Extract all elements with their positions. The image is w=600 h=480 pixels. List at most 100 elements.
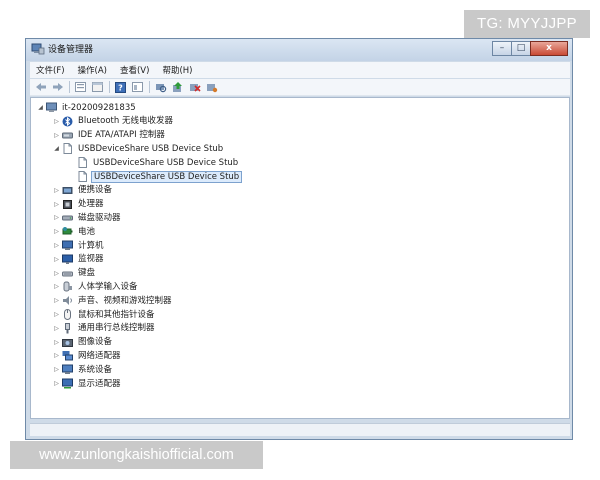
- system-device-icon: [62, 364, 73, 375]
- tree-node[interactable]: ▷ 磁盘驱动器: [53, 211, 123, 224]
- expand-toggle[interactable]: ▷: [53, 365, 60, 374]
- forward-arrow-icon[interactable]: [51, 81, 64, 93]
- menu-action[interactable]: 操作(A): [78, 64, 107, 76]
- expand-toggle[interactable]: ▷: [53, 379, 60, 388]
- monitor-icon: [62, 254, 73, 265]
- tree-node-label: 监视器: [78, 254, 104, 265]
- tree-node-label: 图像设备: [78, 337, 113, 348]
- tree-node-label: 便携设备: [78, 185, 113, 196]
- update-driver-icon[interactable]: [171, 81, 184, 93]
- window-controls: – □ x: [492, 41, 568, 56]
- view-icon[interactable]: [91, 81, 104, 93]
- tree-node[interactable]: ▷ 人体学输入设备: [53, 280, 140, 293]
- expand-toggle[interactable]: ▷: [53, 282, 60, 291]
- expand-toggle[interactable]: ▷: [53, 324, 60, 333]
- tree-node[interactable]: ▷ IDE ATA/ATAPI 控制器: [53, 129, 167, 142]
- tree-node[interactable]: ▷ 监视器: [53, 253, 106, 266]
- properties-icon[interactable]: [74, 81, 87, 93]
- tree-node-label: 显示适配器: [78, 378, 121, 389]
- tree-node-label: Bluetooth 无线电收发器: [78, 116, 173, 127]
- menu-view[interactable]: 查看(V): [120, 64, 149, 76]
- status-bar: [30, 423, 570, 436]
- computer-root-icon: [46, 102, 57, 113]
- usb-controller-icon: [62, 322, 73, 334]
- tree-node[interactable]: ◢ USBDeviceShare USB Device Stub: [53, 142, 225, 155]
- tree-node-label: USBDeviceShare USB Device Stub: [91, 170, 243, 183]
- tree-node-label: 处理器: [78, 199, 104, 210]
- close-button[interactable]: x: [530, 41, 568, 56]
- expand-toggle[interactable]: ▷: [53, 338, 60, 347]
- usb-device-icon: [62, 143, 73, 155]
- tree-node-label: 通用串行总线控制器: [78, 323, 155, 334]
- tree-node-label: it-202009281835: [62, 102, 136, 113]
- scan-hardware-icon[interactable]: [154, 81, 167, 93]
- back-arrow-icon[interactable]: [34, 81, 47, 93]
- expand-toggle[interactable]: ▷: [53, 186, 60, 195]
- menu-help[interactable]: 帮助(H): [162, 64, 192, 76]
- expand-toggle[interactable]: ▷: [53, 269, 60, 278]
- usb-device-icon: [77, 171, 88, 182]
- toolbar-separator: [149, 81, 150, 93]
- svg-text:?: ?: [118, 83, 123, 92]
- expand-toggle[interactable]: ▷: [53, 241, 60, 250]
- network-adapter-icon: [62, 350, 73, 361]
- tree-node[interactable]: ▷ 图像设备: [53, 336, 114, 349]
- expand-toggle[interactable]: ▷: [53, 351, 60, 360]
- tree-node[interactable]: ▷ 显示适配器: [53, 377, 123, 390]
- tree-node-label: USBDeviceShare USB Device Stub: [78, 143, 224, 154]
- tree-node[interactable]: ▷ 网络适配器: [53, 349, 123, 362]
- enable-icon[interactable]: [205, 81, 218, 93]
- portable-device-icon: [62, 185, 73, 196]
- expand-toggle[interactable]: ◢: [53, 144, 60, 153]
- maximize-button[interactable]: □: [511, 41, 531, 56]
- toolbar-separator: [69, 81, 70, 93]
- expand-toggle[interactable]: ▷: [53, 213, 60, 222]
- disk-drive-icon: [62, 212, 73, 223]
- expand-toggle[interactable]: ▷: [53, 310, 60, 319]
- tree-node[interactable]: ▷ 声音、视频和游戏控制器: [53, 294, 174, 307]
- tree-node[interactable]: ▷ 计算机: [53, 239, 106, 252]
- menu-file[interactable]: 文件(F): [36, 64, 65, 76]
- toolbar: ?: [30, 79, 570, 96]
- help-icon[interactable]: ?: [114, 81, 127, 93]
- uninstall-icon[interactable]: [188, 81, 201, 93]
- tree-node[interactable]: ▷ 通用串行总线控制器: [53, 322, 157, 335]
- expand-toggle[interactable]: ▷: [53, 227, 60, 236]
- expand-toggle[interactable]: ▷: [53, 296, 60, 305]
- display-adapter-icon: [62, 378, 73, 389]
- tree-node-label: 鼠标和其他指针设备: [78, 309, 155, 320]
- tree-node[interactable]: ▷ 鼠标和其他指针设备: [53, 308, 157, 321]
- tree-child-node[interactable]: USBDeviceShare USB Device Stub: [68, 170, 243, 183]
- tree-node[interactable]: ▷ 系统设备: [53, 363, 114, 376]
- camera-icon: [62, 337, 73, 348]
- expand-toggle[interactable]: ▷: [53, 131, 60, 140]
- bluetooth-icon: [62, 116, 73, 127]
- tree-root[interactable]: ◢ it-202009281835: [37, 101, 138, 114]
- tree-node-label: IDE ATA/ATAPI 控制器: [78, 130, 165, 141]
- title-bar[interactable]: 设备管理器 – □ x: [26, 39, 572, 61]
- tree-node[interactable]: ▷ 键盘: [53, 267, 97, 280]
- mouse-icon: [62, 309, 73, 320]
- usb-device-icon: [77, 157, 88, 169]
- expand-toggle[interactable]: ▷: [53, 255, 60, 264]
- tree-node[interactable]: ▷ 电池: [53, 225, 97, 238]
- device-manager-icon: [31, 43, 45, 55]
- tree-node-label: 计算机: [78, 240, 104, 251]
- tree-node[interactable]: ▷ Bluetooth 无线电收发器: [53, 115, 175, 128]
- processor-icon: [62, 199, 73, 210]
- minimize-button[interactable]: –: [492, 41, 512, 56]
- hid-icon: [62, 281, 73, 292]
- device-tree[interactable]: ◢ it-202009281835 ▷ Bluetooth 无线电收发器 ▷ IDE AT…: [30, 97, 570, 419]
- tree-node[interactable]: ▷ 处理器: [53, 198, 106, 211]
- computer-icon: [62, 240, 73, 251]
- expand-toggle[interactable]: ◢: [37, 103, 44, 112]
- tree-node-label: 键盘: [78, 268, 96, 279]
- tree-node-label: 系统设备: [78, 364, 113, 375]
- console-icon[interactable]: [131, 81, 144, 93]
- expand-toggle[interactable]: ▷: [53, 200, 60, 209]
- keyboard-icon: [62, 268, 73, 279]
- expand-toggle[interactable]: ▷: [53, 117, 60, 126]
- tree-child-node[interactable]: USBDeviceShare USB Device Stub: [68, 156, 240, 169]
- tree-node[interactable]: ▷ 便携设备: [53, 184, 114, 197]
